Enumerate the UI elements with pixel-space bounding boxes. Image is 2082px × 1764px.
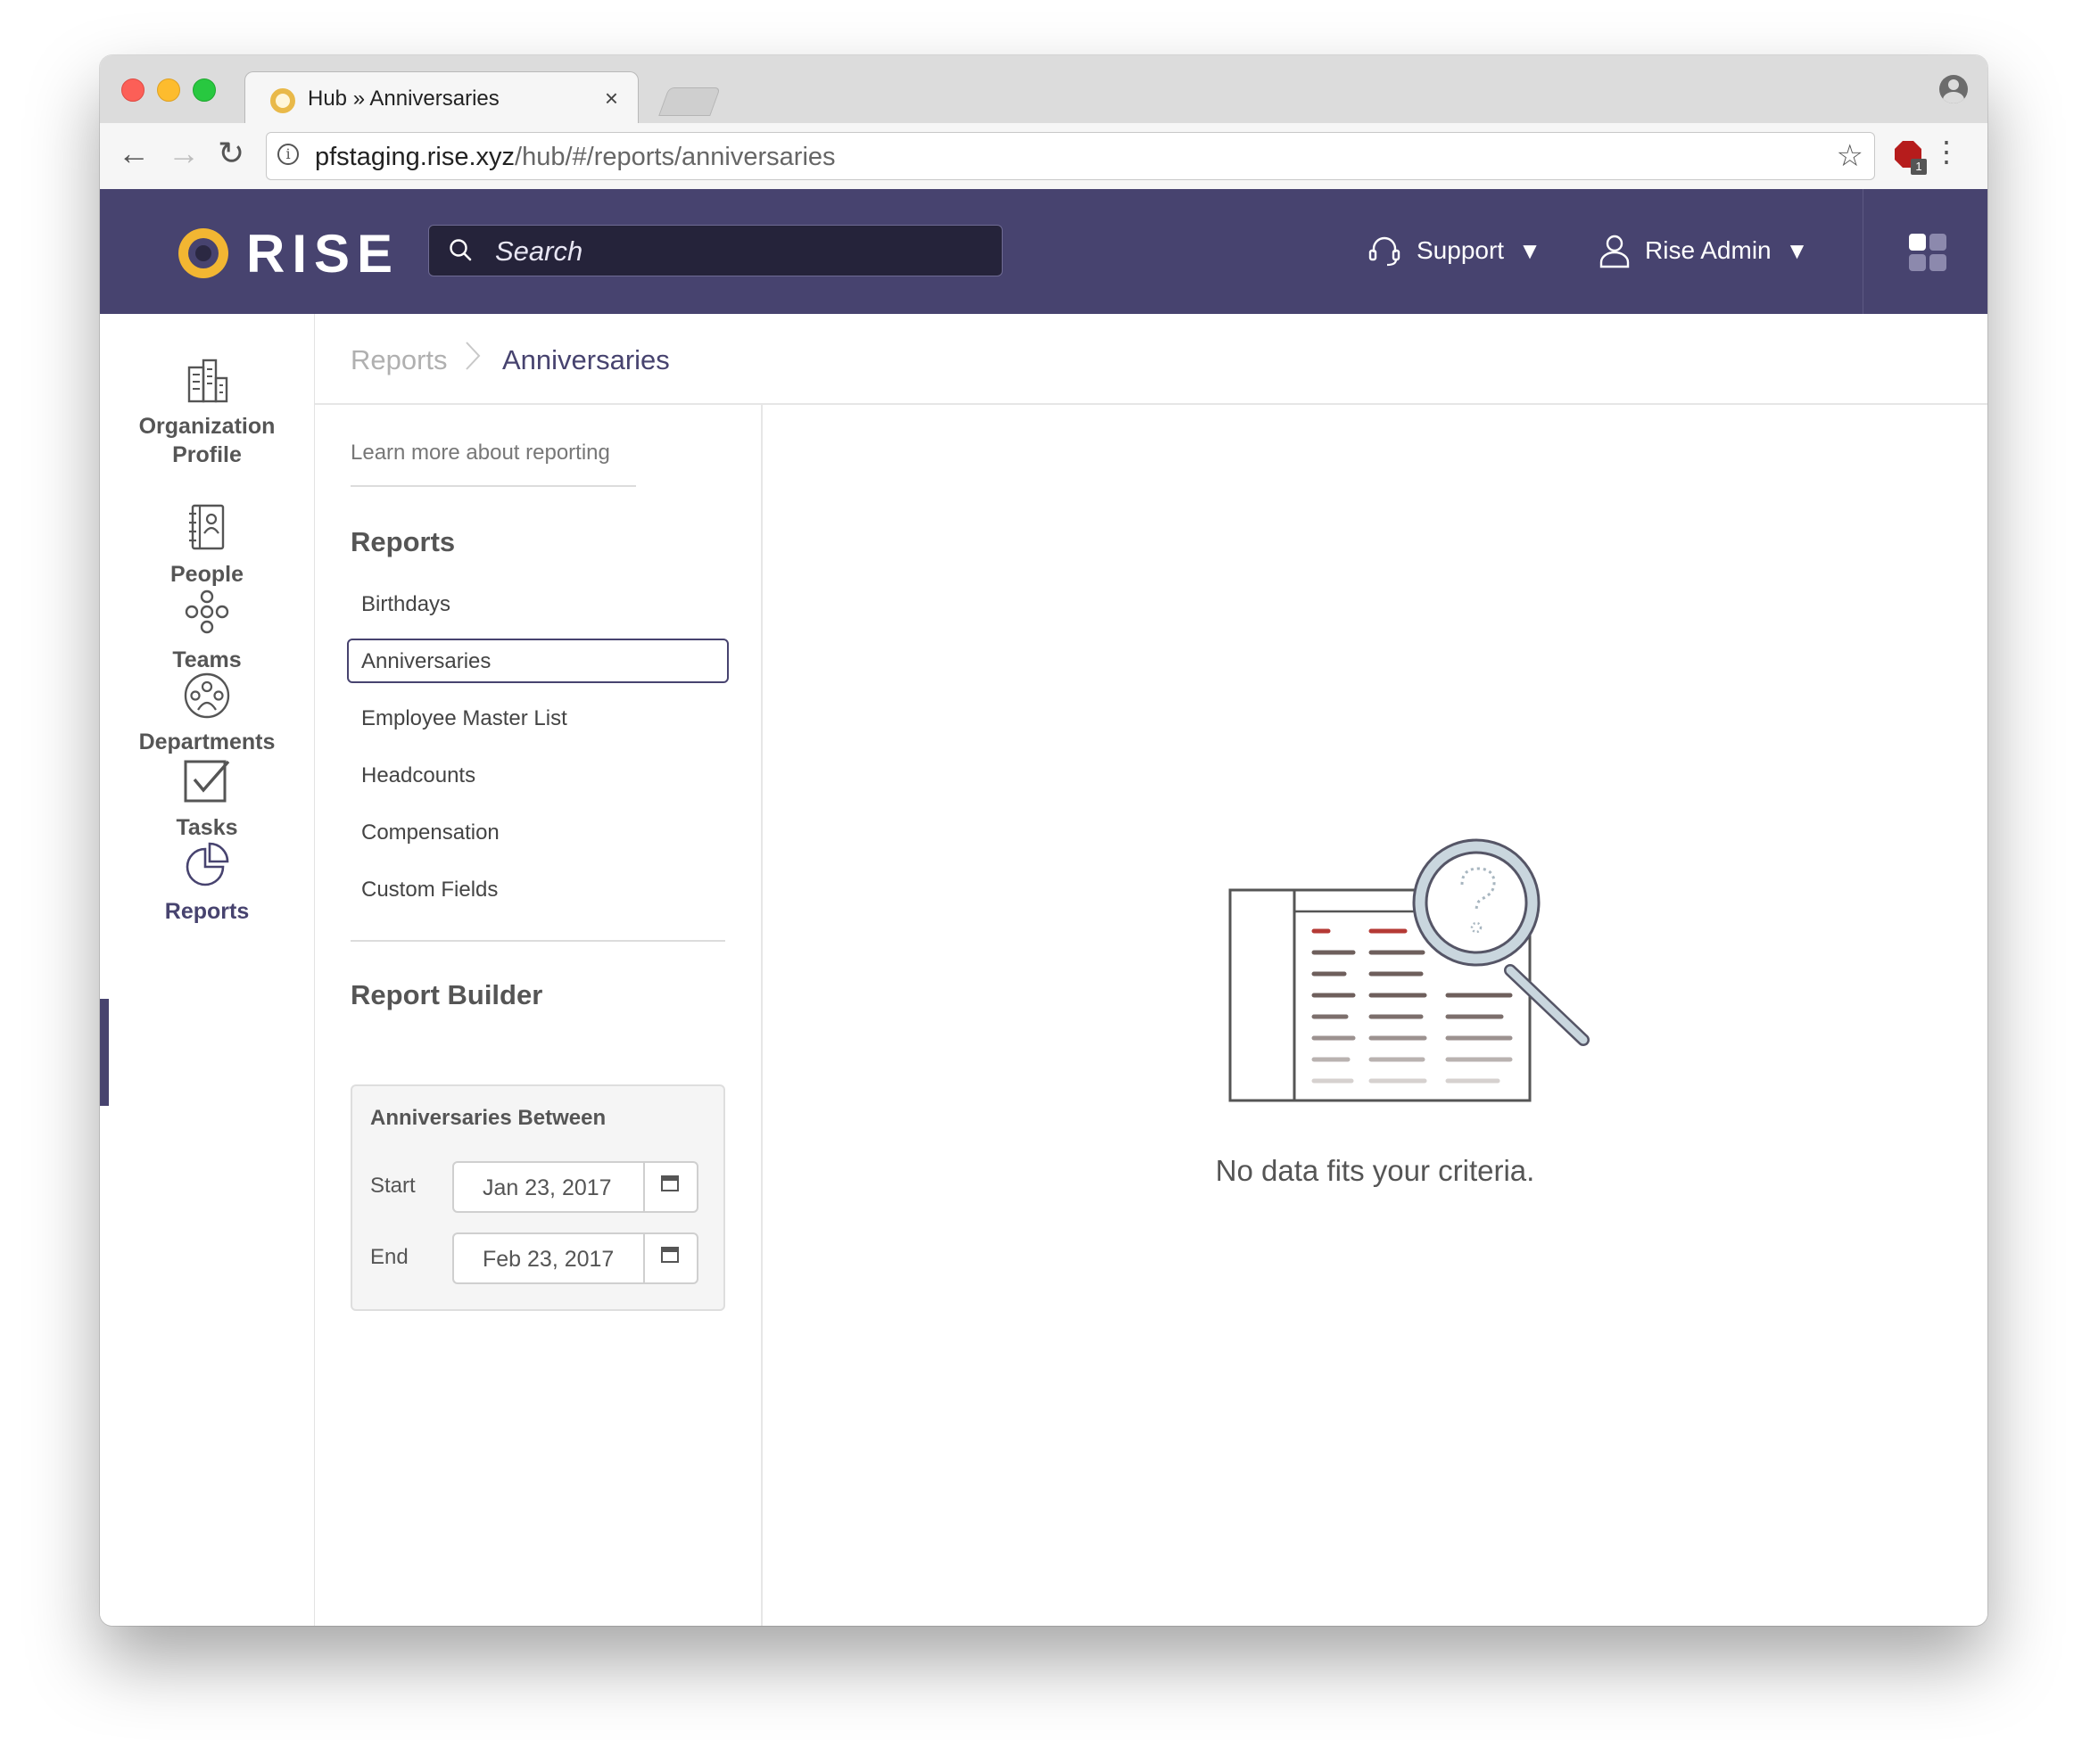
extension-badge: 1 (1911, 159, 1927, 175)
report-item-compensation[interactable]: Compensation (347, 810, 729, 854)
maximize-window-button[interactable] (193, 78, 216, 102)
back-arrow-icon[interactable]: ← (118, 136, 150, 171)
user-name-label: Rise Admin (1645, 236, 1772, 264)
reports-section-title: Reports (351, 526, 456, 557)
breadcrumb-current: Anniversaries (502, 344, 670, 375)
tab-title: Hub » Anniversaries (308, 87, 500, 111)
url-text[interactable]: pfstaging.rise.xyz/hub/#/reports/anniver… (315, 143, 836, 172)
start-date-label: Start (370, 1174, 416, 1198)
site-info-icon[interactable]: i (277, 144, 299, 165)
bookmark-star-icon[interactable]: ☆ (1837, 138, 1863, 174)
calendar-icon (661, 1247, 679, 1263)
section-divider (351, 940, 725, 942)
calendar-icon (661, 1175, 679, 1191)
search-input[interactable] (493, 233, 979, 270)
browser-tab-active[interactable]: Hub » Anniversaries × (244, 71, 639, 126)
nav-label-profile: Profile (172, 442, 242, 467)
report-item-headcounts[interactable]: Headcounts (347, 753, 729, 797)
start-date-value[interactable]: Jan 23, 2017 (483, 1175, 612, 1201)
end-date-picker-button[interactable] (643, 1234, 697, 1282)
address-book-icon (189, 504, 225, 550)
breadcrumb-reports-link[interactable]: Reports (351, 344, 448, 376)
app-switcher-icon[interactable] (1909, 234, 1948, 273)
support-menu[interactable]: Support ▼ (1367, 225, 1541, 276)
nav-organization-profile[interactable]: Organization Profile (100, 359, 314, 469)
building-icon (187, 359, 228, 403)
nav-people[interactable]: People (100, 503, 314, 589)
browser-menu-icon[interactable]: ⋮ (1932, 137, 1961, 166)
browser-profile-icon[interactable] (1939, 75, 1968, 103)
end-date-value[interactable]: Feb 23, 2017 (483, 1247, 614, 1273)
search-box[interactable] (428, 225, 1003, 276)
headset-icon (1368, 236, 1400, 267)
reload-icon[interactable]: ↻ (218, 136, 244, 171)
end-date-label: End (370, 1245, 409, 1269)
nav-label-reports: Reports (164, 899, 250, 924)
nav-label-people: People (170, 562, 244, 587)
nav-label-tasks: Tasks (176, 815, 238, 840)
report-content: No data fits your criteria. (763, 405, 1987, 1626)
rise-logo-icon[interactable] (178, 228, 228, 278)
url-path: /hub/#/reports/anniversaries (515, 143, 836, 171)
user-caret-icon: ▼ (1785, 236, 1809, 264)
user-icon (1599, 235, 1630, 268)
report-builder-panel: Anniversaries Between Start Jan 23, 2017… (351, 1084, 725, 1311)
chevron-right-icon (466, 342, 481, 370)
left-nav: Organization Profile People Teams Depart… (100, 314, 315, 1626)
reports-subnav: Learn more about reporting Reports Birth… (315, 405, 763, 1626)
address-bar[interactable]: i pfstaging.rise.xyz/hub/#/reports/anniv… (266, 132, 1875, 180)
browser-toolbar: ← → ↻ i pfstaging.rise.xyz/hub/#/reports… (100, 123, 1987, 190)
minimize-window-button[interactable] (157, 78, 180, 102)
anniversaries-between-label: Anniversaries Between (370, 1106, 607, 1130)
nav-label-departments: Departments (138, 730, 276, 754)
checkbox-icon (184, 760, 230, 803)
empty-report-illustration (1228, 838, 1590, 1102)
tab-close-icon[interactable]: × (605, 85, 618, 112)
teams-icon (185, 589, 229, 634)
rise-favicon-icon (270, 88, 295, 113)
report-builder-title: Report Builder (351, 979, 543, 1010)
nav-tasks[interactable]: Tasks (100, 756, 314, 842)
end-date-field[interactable]: Feb 23, 2017 (452, 1232, 698, 1284)
empty-state-message: No data fits your criteria. (1215, 1154, 1535, 1187)
logo-text[interactable]: RISE (246, 223, 400, 284)
app-header: RISE Support ▼ Rise Admin ▼ (100, 189, 1987, 314)
learn-more-link[interactable]: Learn more about reporting (351, 441, 636, 487)
nav-departments[interactable]: Departments (100, 671, 314, 756)
nav-active-indicator (100, 999, 109, 1106)
new-tab-button[interactable] (658, 87, 721, 116)
search-icon (450, 239, 472, 261)
close-window-button[interactable] (121, 78, 145, 102)
browser-window: Hub » Anniversaries × ← → ↻ i pfstaging.… (100, 55, 1987, 1626)
forward-arrow-icon[interactable]: → (168, 136, 200, 171)
breadcrumb: Reports Anniversaries (315, 314, 1987, 405)
support-label: Support (1417, 236, 1505, 264)
url-host: pfstaging.rise.xyz (315, 143, 516, 171)
support-caret-icon: ▼ (1518, 236, 1541, 264)
report-item-anniversaries[interactable]: Anniversaries (347, 639, 729, 683)
nav-teams[interactable]: Teams (100, 589, 314, 674)
nav-label-organization: Organization (138, 414, 276, 439)
pie-chart-icon (186, 842, 229, 886)
departments-icon (184, 672, 230, 719)
user-menu[interactable]: Rise Admin ▼ (1599, 225, 1808, 276)
report-item-custom-fields[interactable]: Custom Fields (347, 867, 729, 911)
report-item-employee-master-list[interactable]: Employee Master List (347, 696, 729, 740)
nav-reports[interactable]: Reports (100, 840, 314, 926)
report-item-birthdays[interactable]: Birthdays (347, 581, 729, 626)
start-date-field[interactable]: Jan 23, 2017 (452, 1161, 698, 1213)
tab-strip: Hub » Anniversaries × (100, 55, 1987, 126)
start-date-picker-button[interactable] (643, 1163, 697, 1211)
